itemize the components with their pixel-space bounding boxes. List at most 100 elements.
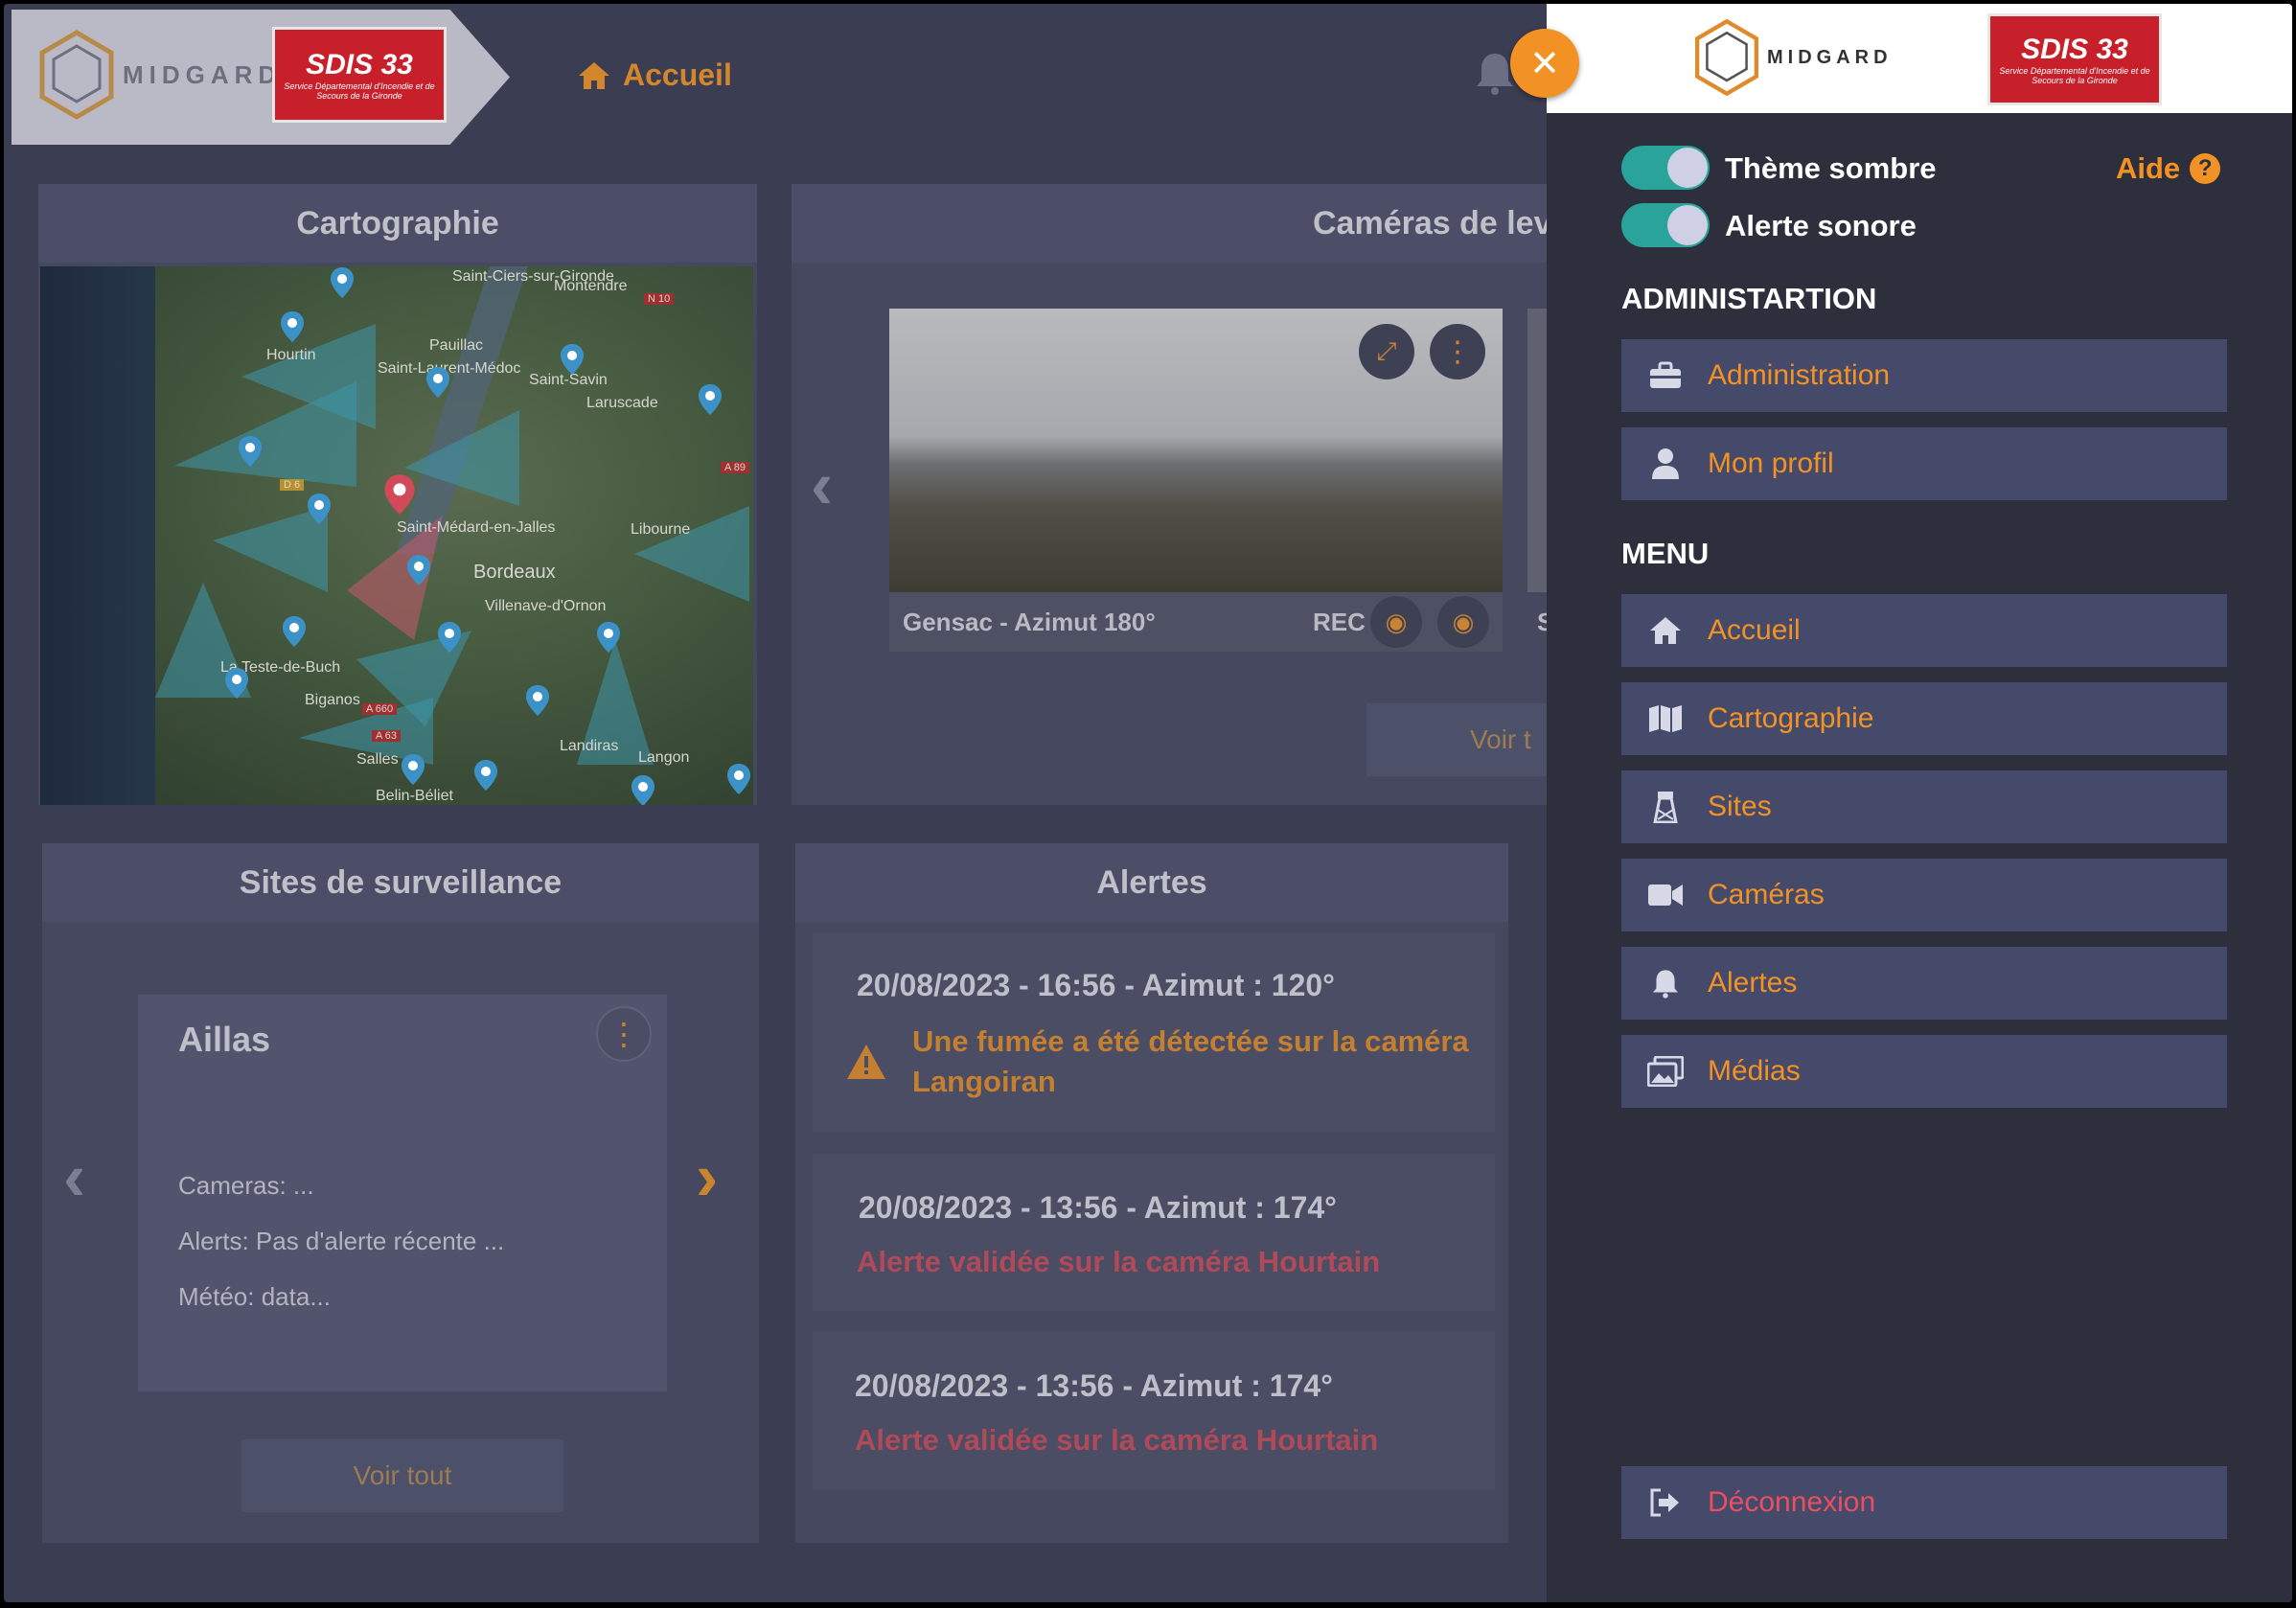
help-link[interactable]: Aide ? (2116, 151, 2221, 186)
midgard-wordmark: MIDGARD (1767, 46, 1893, 68)
alert-message: Alerte validée sur la caméra Hourtain (855, 1423, 1379, 1457)
logout-label: Déconnexion (1708, 1486, 1876, 1518)
dark-theme-toggle[interactable] (1621, 146, 1710, 190)
alert-datetime: 20/08/2023 - 13:56 - Azimut : 174° (855, 1368, 1333, 1403)
nav-label: Caméras (1708, 879, 1825, 910)
nav-item-mon-profil[interactable]: Mon profil (1621, 427, 2227, 500)
sites-next-chevron-icon[interactable]: › (696, 1138, 718, 1215)
alert-item[interactable]: 20/08/2023 - 13:56 - Azimut : 174° Alert… (813, 1154, 1495, 1311)
alert-message: Une fumée a été détectée sur la caméra L… (912, 1024, 1469, 1098)
logout-button[interactable]: Déconnexion (1621, 1466, 2227, 1539)
expand-icon[interactable]: ⤢ (1359, 324, 1414, 379)
more-options-icon[interactable]: ⋮ (1430, 324, 1485, 379)
nav-item-administration[interactable]: Administration (1621, 339, 2227, 412)
sound-alert-toggle[interactable] (1621, 203, 1710, 247)
help-label: Aide (2116, 151, 2181, 185)
breadcrumb[interactable]: Accueil (577, 57, 732, 93)
nav-item-cartographie[interactable]: Cartographie (1621, 682, 2227, 755)
camera-pin-icon[interactable] (525, 684, 550, 717)
map-place-label: Belin-Béliet (376, 788, 453, 804)
nav-label: Médias (1708, 1055, 1801, 1087)
cameras-see-all-button[interactable]: Voir t (1366, 703, 1558, 776)
road-label: N 10 (644, 293, 675, 305)
camera-pin-icon[interactable] (280, 310, 305, 343)
midgard-logo: MIDGARD (36, 29, 282, 121)
map-view[interactable]: Saint-Ciers-sur-Gironde Montendre N 10 H… (40, 266, 753, 805)
nav-label: Cartographie (1708, 702, 1874, 734)
nav-item-medias[interactable]: Médias (1621, 1035, 2227, 1108)
camera-pin-icon[interactable] (631, 774, 655, 805)
rec-label: REC (1313, 608, 1366, 636)
cameras-prev-chevron-icon[interactable]: ‹ (811, 447, 833, 523)
logout-icon (1646, 1483, 1685, 1522)
map-place-label: Laruscade (586, 395, 658, 411)
close-drawer-button[interactable]: ✕ (1510, 29, 1579, 98)
camera-pin-icon[interactable] (224, 667, 249, 700)
snapshot-camera-icon[interactable]: ◉ (1437, 596, 1489, 648)
nav-item-sites[interactable]: Sites (1621, 770, 2227, 843)
map-city-label: Bordeaux (473, 562, 556, 583)
sites-title: Sites de surveillance (42, 843, 759, 922)
user-icon (1646, 445, 1685, 483)
site-cameras: Cameras: ... (178, 1171, 314, 1200)
camera-name: Gensac - Azimut 180° (903, 608, 1156, 636)
camera-pin-icon[interactable] (726, 763, 751, 795)
nav-item-accueil[interactable]: Accueil (1621, 594, 2227, 667)
ocean-area (40, 266, 155, 805)
notification-bell-icon[interactable] (1474, 50, 1516, 96)
nav-label: Accueil (1708, 614, 1801, 646)
map-icon (1646, 700, 1685, 738)
map-place-label: Villenave-d'Ornon (485, 598, 607, 614)
next-camera-image (1527, 309, 1547, 592)
toolbox-icon (1646, 356, 1685, 395)
road-label: A 89 (721, 462, 750, 473)
map-place-label: Saint-Médard-en-Jalles (397, 519, 556, 536)
camera-pin-icon[interactable] (406, 554, 431, 586)
camera-pin-icon[interactable] (238, 435, 263, 468)
bell-icon (1646, 964, 1685, 1002)
midgard-hex-icon (1695, 18, 1758, 97)
road-label: D 6 (280, 479, 305, 491)
toggle-knob (1667, 205, 1708, 245)
video-camera-icon (1646, 876, 1685, 914)
camera-caption: Gensac - Azimut 180° REC ◉ ◉ (889, 592, 1503, 652)
alert-item[interactable]: 20/08/2023 - 16:56 - Azimut : 120° Une f… (813, 933, 1495, 1133)
nav-label: Sites (1708, 791, 1772, 822)
drawer-sdis-logo: SDIS 33 Service Départemental d'Incendie… (1987, 13, 2162, 105)
camera-pin-icon[interactable] (425, 366, 450, 399)
site-card[interactable]: Aillas ⋮ Cameras: ... Alerts: Pas d'aler… (138, 995, 667, 1391)
admin-section-title: ADMINISTARTION (1621, 282, 1877, 315)
camera-pin-icon[interactable] (282, 615, 307, 648)
top-bar: MIDGARD SDIS 33 Service Départemental d'… (4, 4, 1547, 145)
nav-label: Alertes (1708, 967, 1798, 999)
map-place-label: Langon (638, 749, 690, 766)
record-icon[interactable]: ◉ (1370, 596, 1422, 648)
sites-see-all-button[interactable]: Voir tout (241, 1439, 563, 1512)
nav-label: Administration (1708, 359, 1891, 391)
alert-datetime: 20/08/2023 - 16:56 - Azimut : 120° (857, 968, 1335, 1002)
camera-pin-icon[interactable] (437, 621, 462, 654)
camera-pin-icon[interactable] (698, 383, 723, 416)
camera-pin-icon[interactable] (307, 493, 332, 525)
site-menu-kebab-icon[interactable]: ⋮ (596, 1006, 652, 1062)
sites-prev-chevron-icon[interactable]: ‹ (63, 1138, 85, 1215)
map-place-label: Montendre (554, 278, 628, 294)
drawer-midgard-logo: MIDGARD (1692, 17, 1893, 98)
road-label: A 63 (372, 730, 402, 742)
images-icon (1646, 1052, 1685, 1091)
tower-icon (1646, 788, 1685, 826)
alert-item[interactable]: 20/08/2023 - 13:56 - Azimut : 174° Alert… (813, 1332, 1495, 1489)
camera-pin-icon[interactable] (330, 266, 355, 299)
camera-pin-icon[interactable] (473, 759, 498, 792)
camera-pin-icon[interactable] (401, 753, 425, 786)
midgard-hex-icon (39, 30, 114, 120)
nav-item-cameras[interactable]: Caméras (1621, 859, 2227, 931)
breadcrumb-label: Accueil (623, 57, 732, 92)
sound-alert-label: Alerte sonore (1725, 209, 1917, 242)
map-place-label: Landiras (560, 738, 619, 754)
nav-item-alertes[interactable]: Alertes (1621, 947, 2227, 1020)
site-alerts: Alerts: Pas d'alerte récente ... (178, 1227, 505, 1255)
camera-pin-icon[interactable] (560, 343, 585, 376)
alert-pin-icon[interactable] (383, 473, 416, 516)
camera-pin-icon[interactable] (596, 621, 621, 654)
